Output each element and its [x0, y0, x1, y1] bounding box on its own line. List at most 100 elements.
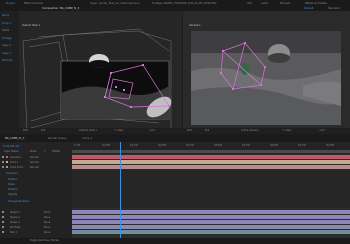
camera-view-scene[interactable] — [183, 11, 350, 134]
layer-mode[interactable]: None — [44, 216, 50, 219]
timeline-tab-bar: BG_COMP_fx_3 Render Queue Comp 1 — [0, 135, 350, 142]
visibility-eye-icon[interactable] — [2, 216, 4, 218]
resolution-select[interactable]: Full — [205, 129, 209, 132]
work-area-bar[interactable] — [72, 150, 350, 153]
layer-mode[interactable]: Normal — [30, 156, 39, 159]
timeline-panel: BG_COMP_fx_3 Render Queue Comp 1 0;00;02… — [0, 135, 350, 244]
project-panel: Name Comp 1 Solids Footage Layer 2 Layer… — [0, 11, 20, 134]
ruler-mark: 01:15f — [130, 144, 138, 147]
ruler-mark: 03:15f — [242, 144, 250, 147]
column-header: Mode — [30, 150, 37, 153]
layout-select[interactable]: 1 View — [115, 129, 123, 132]
resolution-select[interactable]: Full — [41, 129, 45, 132]
tab-footage[interactable]: Footage: BG001_FOOTAGE_CAM_B_v03_DEN.MOV — [150, 1, 218, 6]
ruler-mark: 0:15f — [74, 144, 81, 147]
layer-mode[interactable]: None — [44, 231, 50, 234]
viewer-3d-scene[interactable] — [19, 11, 182, 134]
layer-track-bar[interactable] — [72, 215, 350, 219]
project-item[interactable]: Footage — [2, 37, 12, 40]
track-area[interactable] — [72, 142, 350, 238]
column-header: Layer Name — [4, 150, 19, 153]
layer-color-label — [6, 161, 8, 163]
tab-project[interactable]: Project — [4, 1, 17, 6]
property-group[interactable]: Transform — [6, 172, 18, 175]
visibility-eye-icon[interactable] — [2, 231, 4, 233]
project-item[interactable]: Layer 2 — [2, 44, 11, 47]
layer-row[interactable]: Track Point Normal — [0, 165, 72, 170]
property-item[interactable]: Position — [8, 178, 17, 181]
layer-mode[interactable]: Normal — [30, 161, 39, 164]
layer-name[interactable]: Track Point — [10, 166, 23, 169]
layer-list: Camera 1 Normal Solid 1 Normal Track Poi… — [0, 154, 72, 238]
layer-row[interactable]: Null 1 None — [0, 230, 72, 235]
ruler-mark: 02:15f — [186, 144, 194, 147]
layer-name[interactable]: Solid 1 — [10, 161, 18, 164]
ruler-mark: 05:00f — [326, 144, 334, 147]
project-item[interactable]: Precomp — [2, 59, 12, 62]
left-viewer-controls: 50% Full Custom View 1 1 View +0.0 — [19, 128, 182, 134]
top-tab-bar: Project Effect Controls Composition: BG_… — [0, 0, 350, 11]
tab-audio[interactable]: Audio — [259, 1, 270, 6]
tab-render-queue[interactable]: Render Queue — [46, 136, 69, 141]
layout-select[interactable]: 1 View — [283, 129, 291, 132]
project-item[interactable]: Comp 1 — [2, 22, 11, 25]
right-viewer-controls: 50% Full Active Camera 1 View +0.0 — [183, 128, 350, 134]
timeline-header: 0;00;02;14 Layer Name Mode T TrkMat 0:15… — [0, 142, 350, 154]
layer-track-bar[interactable] — [72, 210, 350, 214]
tab-preview[interactable]: Preview — [278, 1, 292, 6]
layer-name[interactable]: Shape 1 — [10, 211, 20, 214]
left-viewer[interactable]: Custom View 1 50% Full Custom View 1 1 V… — [19, 11, 182, 134]
visibility-eye-icon[interactable] — [2, 156, 4, 158]
layer-name[interactable]: BG Plate — [10, 226, 20, 229]
zoom-select[interactable]: 50% — [23, 129, 28, 132]
layer-name[interactable]: Shape 3 — [10, 221, 20, 224]
exposure-value[interactable]: +0.0 — [319, 129, 325, 132]
ruler-mark: 04:00f — [270, 144, 278, 147]
tab-timeline-comp[interactable]: BG_COMP_fx_3 — [3, 136, 26, 141]
project-item[interactable]: Solids — [2, 29, 9, 32]
zoom-select[interactable]: 50% — [187, 129, 192, 132]
layer-track-bar[interactable] — [72, 225, 350, 229]
visibility-eye-icon[interactable] — [2, 161, 4, 163]
project-item[interactable]: Layer 3 — [2, 52, 11, 55]
toggle-switches-modes[interactable]: Toggle Switches / Modes — [30, 239, 59, 242]
layer-name[interactable]: Camera 1 — [10, 156, 22, 159]
column-header: TrkMat — [52, 150, 60, 153]
layer-track-bar[interactable] — [72, 220, 350, 224]
ruler-mark: 03:00f — [214, 144, 222, 147]
current-time-display[interactable]: 0;00;02;14 — [3, 144, 19, 148]
project-item[interactable]: Name — [2, 14, 9, 17]
visibility-eye-icon[interactable] — [2, 166, 4, 168]
layer-track-bar[interactable] — [72, 160, 350, 164]
visibility-eye-icon[interactable] — [2, 221, 4, 223]
tab-layer[interactable]: Layer: render_final_v2_rotoscope.mov — [88, 1, 141, 6]
layer-mode[interactable]: None — [44, 221, 50, 224]
layer-color-label — [6, 166, 8, 168]
tab-comp-1[interactable]: Comp 1 — [80, 136, 94, 141]
layer-mode[interactable]: None — [44, 226, 50, 229]
view-select[interactable]: Active Camera — [241, 129, 259, 132]
playhead[interactable] — [120, 142, 121, 238]
change-renderer-link[interactable]: Change Renderer... — [8, 200, 31, 203]
property-item[interactable]: Scale — [8, 183, 14, 186]
property-item[interactable]: Opacity — [8, 193, 17, 196]
visibility-eye-icon[interactable] — [2, 226, 4, 228]
layer-track-bar[interactable] — [72, 155, 350, 159]
layer-mode[interactable]: Normal — [30, 166, 39, 169]
layer-name[interactable]: Shape 2 — [10, 216, 20, 219]
visibility-eye-icon[interactable] — [2, 211, 4, 213]
layer-track-bar[interactable] — [72, 165, 350, 169]
layer-color-label — [6, 156, 8, 158]
property-item[interactable]: Rotation — [8, 188, 18, 191]
view-select[interactable]: Custom View 1 — [79, 129, 97, 132]
right-viewer[interactable]: Camera 1 50% Full Active Camera 1 View +… — [183, 11, 350, 134]
layer-track-bar[interactable] — [72, 230, 350, 234]
exposure-value[interactable]: +0.0 — [149, 129, 155, 132]
time-ruler[interactable]: 0:15f 01:00f 01:15f 02:00f 02:15f 03:00f… — [72, 142, 350, 154]
column-header: T — [44, 150, 46, 153]
timeline-bottom-bar: Toggle Switches / Modes — [0, 238, 350, 244]
ruler-mark: 02:00f — [158, 144, 166, 147]
layer-mode[interactable]: None — [44, 211, 50, 214]
tab-info[interactable]: Info — [245, 1, 254, 6]
layer-name[interactable]: Null 1 — [10, 231, 17, 234]
